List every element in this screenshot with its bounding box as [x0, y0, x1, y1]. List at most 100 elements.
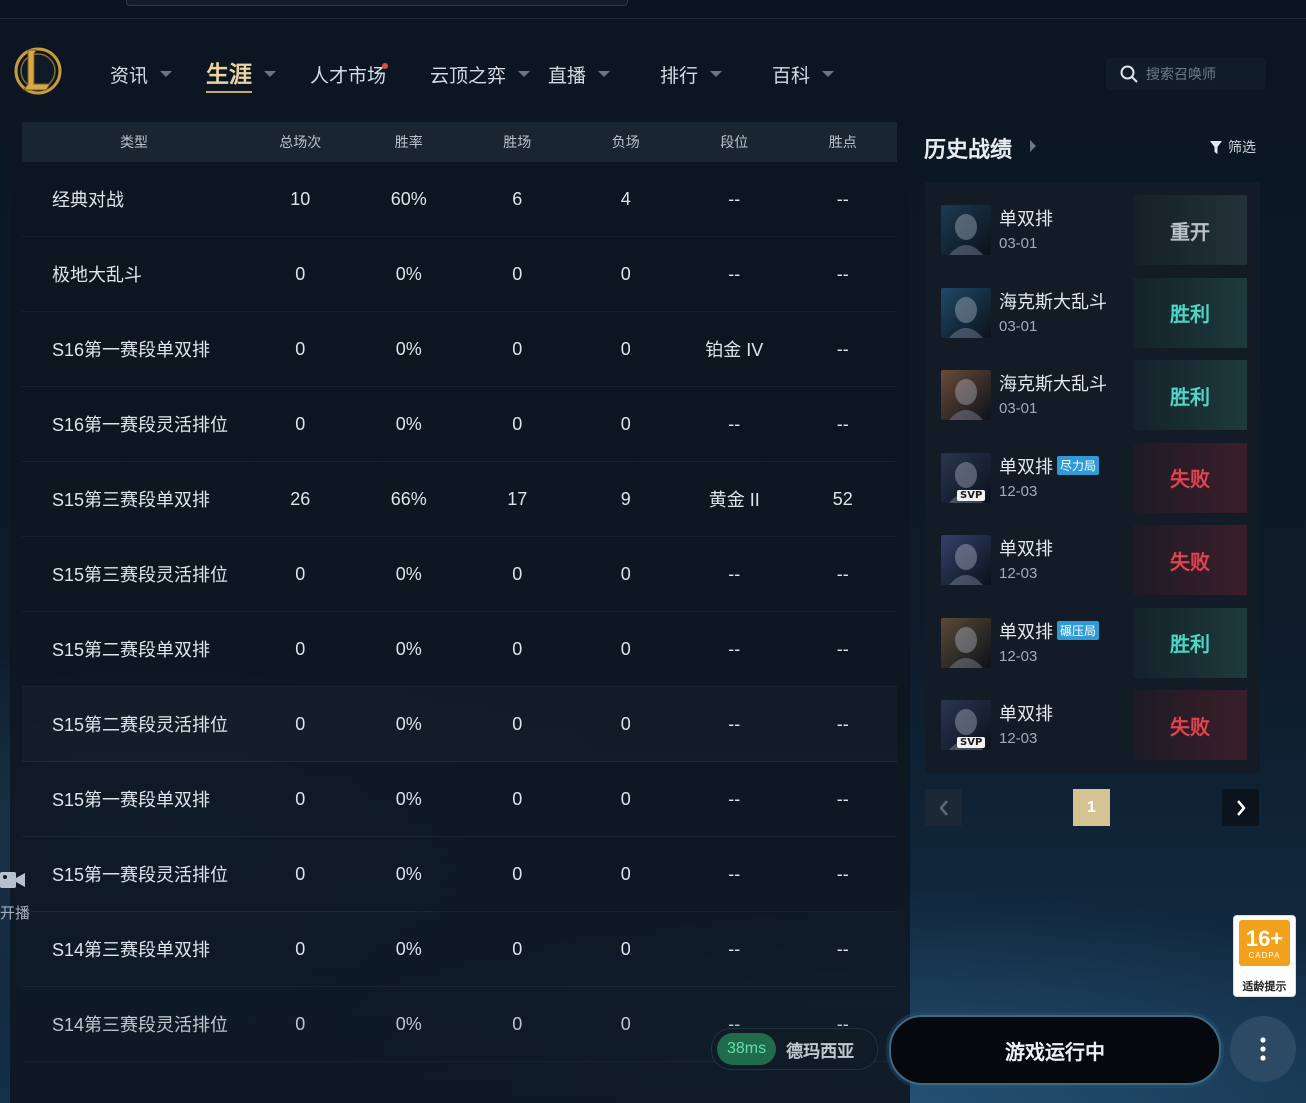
- table-row[interactable]: S15第三赛段灵活排位 0 0% 0 0 -- --: [22, 537, 897, 612]
- match-mode-label: 单双排: [999, 209, 1053, 229]
- nav-item-3[interactable]: 云顶之弈: [430, 58, 548, 90]
- table-cell: --: [836, 713, 849, 734]
- match-mode: 单双排 尽力局: [999, 453, 1100, 479]
- nav-item-2[interactable]: 人才市场: [310, 58, 430, 90]
- more-menu-button[interactable]: [1230, 1016, 1296, 1082]
- match-result: 重开: [1133, 195, 1247, 265]
- table-cell: --: [836, 788, 849, 809]
- nav-item-5[interactable]: 排行: [660, 58, 772, 90]
- page-number[interactable]: 1: [1073, 789, 1110, 826]
- table-cell: 0: [620, 413, 631, 434]
- match-mode-label: 海克斯大乱斗: [999, 374, 1107, 394]
- match-item[interactable]: 单双排 03-01 重开: [941, 195, 1247, 265]
- chevron-down-icon: [710, 71, 723, 77]
- nav-item-label: 资讯: [110, 65, 149, 87]
- table-row[interactable]: S14第三赛段单双排 0 0% 0 0 -- --: [22, 912, 897, 987]
- performance-tag: 尽力局: [1057, 456, 1100, 475]
- table-cell: --: [836, 863, 849, 884]
- nav-item-label: 云顶之弈: [430, 65, 507, 87]
- table-cell: 0: [295, 563, 306, 584]
- table-cell: 0: [295, 413, 306, 434]
- table-cell: 0: [620, 563, 631, 584]
- match-item[interactable]: SVP 单双排 尽力局 12-03 失败: [941, 442, 1247, 513]
- nav-item-label: 排行: [660, 65, 699, 87]
- chevron-down-icon: [598, 71, 611, 77]
- table-row[interactable]: S15第二赛段单双排 0 0% 0 0 -- --: [22, 612, 897, 687]
- table-cell: 0%: [395, 338, 422, 359]
- chevron-right-icon[interactable]: [1030, 140, 1036, 152]
- match-item[interactable]: 单双排 碾压局 12-03 胜利: [941, 607, 1247, 678]
- table-cell: 66%: [390, 488, 427, 509]
- table-cell: S14第三赛段单双排: [52, 940, 211, 960]
- svp-badge: SVP: [957, 489, 986, 501]
- play-button[interactable]: 游戏运行中: [889, 1015, 1221, 1085]
- prev-page-button[interactable]: [925, 789, 962, 826]
- match-mode: 单双排: [999, 700, 1053, 726]
- match-date: 03-01: [999, 235, 1038, 252]
- table-row[interactable]: S16第一赛段灵活排位 0 0% 0 0 -- --: [22, 387, 897, 462]
- age-rating-badge: 16+ CADPA 适龄提示: [1233, 915, 1296, 997]
- table-row[interactable]: S15第三赛段单双排 26 66% 17 9 黄金 II 52: [22, 462, 897, 537]
- summoner-search[interactable]: 搜索召唤师: [1106, 58, 1266, 90]
- column-header[interactable]: 类型: [22, 132, 246, 152]
- table-cell: 0: [512, 1013, 523, 1034]
- match-item[interactable]: SVP 单双排 12-03 失败: [941, 690, 1247, 760]
- nav-item-0[interactable]: 资讯: [110, 58, 206, 90]
- table-row[interactable]: S16第一赛段单双排 0 0% 0 0 铂金 IV --: [22, 312, 897, 387]
- table-cell: S15第三赛段灵活排位: [52, 565, 229, 585]
- nav-item-1[interactable]: 生涯: [206, 55, 310, 93]
- nav-item-4[interactable]: 直播: [548, 58, 660, 90]
- table-cell: --: [728, 638, 741, 659]
- column-header[interactable]: 段位: [680, 132, 789, 152]
- table-cell: --: [836, 338, 849, 359]
- column-header[interactable]: 胜率: [355, 132, 464, 152]
- table-row[interactable]: S15第一赛段灵活排位 0 0% 0 0 -- --: [22, 837, 897, 912]
- table-row[interactable]: S15第一赛段单双排 0 0% 0 0 -- --: [22, 762, 897, 837]
- drag-handle[interactable]: [126, 0, 628, 6]
- champion-avatar: [941, 535, 991, 585]
- nav-item-label: 百科: [772, 65, 811, 87]
- match-item[interactable]: 单双排 12-03 失败: [941, 525, 1247, 595]
- nav-item-label: 直播: [548, 65, 587, 87]
- chevron-right-icon: [1236, 799, 1246, 816]
- nav-item-6[interactable]: 百科: [772, 58, 862, 90]
- table-cell: 经典对战: [52, 190, 124, 210]
- match-date: 12-03: [999, 647, 1038, 665]
- match-item[interactable]: 海克斯大乱斗 03-01 胜利: [941, 277, 1247, 348]
- table-cell: --: [728, 413, 741, 434]
- next-page-button[interactable]: [1222, 789, 1259, 826]
- table-cell: S15第二赛段灵活排位: [52, 715, 229, 735]
- lol-logo[interactable]: [14, 44, 62, 98]
- table-cell: S15第一赛段单双排: [52, 790, 211, 810]
- table-row[interactable]: 极地大乱斗 0 0% 0 0 -- --: [22, 237, 897, 312]
- column-header[interactable]: 胜场: [463, 132, 572, 152]
- table-cell: 0: [512, 338, 523, 359]
- table-cell: 0: [620, 338, 631, 359]
- table-row[interactable]: S15第二赛段灵活排位 0 0% 0 0 -- --: [22, 687, 897, 762]
- match-item[interactable]: 海克斯大乱斗 03-01 胜利: [941, 360, 1247, 430]
- table-cell: S15第一赛段灵活排位: [52, 865, 229, 885]
- match-mode: 单双排: [999, 205, 1053, 231]
- server-status[interactable]: 38ms 德玛西亚: [711, 1028, 878, 1070]
- champion-avatar: [941, 370, 991, 420]
- column-header[interactable]: 胜点: [789, 132, 898, 152]
- table-row[interactable]: 经典对战 10 60% 6 4 -- --: [22, 162, 897, 237]
- match-history-list: 单双排 03-01 重开海克斯大乱斗 03-01 胜利 海克斯大乱斗 03-01 胜利 SVP 单…: [925, 182, 1260, 774]
- filter-button[interactable]: 筛选: [1210, 137, 1256, 157]
- table-cell: 0%: [395, 1013, 422, 1034]
- match-date: 12-03: [999, 730, 1038, 747]
- performance-tag: 碾压局: [1057, 621, 1100, 640]
- table-cell: S15第三赛段单双排: [52, 490, 211, 510]
- age-tip-label: 适龄提示: [1242, 981, 1287, 993]
- table-cell: 60%: [390, 188, 427, 209]
- table-cell: 0: [620, 863, 631, 884]
- nav-item-label: 生涯: [206, 55, 252, 93]
- column-header[interactable]: 负场: [572, 132, 681, 152]
- table-cell: 0: [512, 263, 523, 284]
- match-history-title[interactable]: 历史战绩: [924, 132, 1012, 164]
- more-vertical-icon: [1260, 1037, 1266, 1061]
- column-header[interactable]: 总场次: [246, 132, 355, 152]
- match-mode: 单双排: [999, 535, 1053, 561]
- table-cell: --: [728, 863, 741, 884]
- table-cell: 0: [620, 788, 631, 809]
